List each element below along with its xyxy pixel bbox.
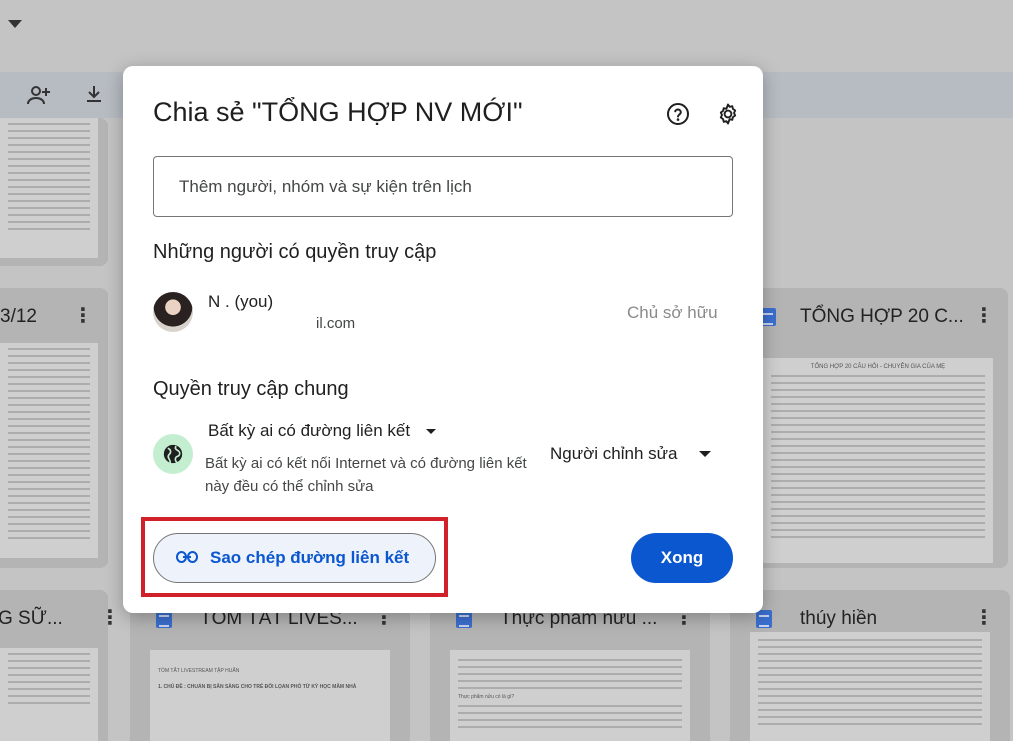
doc-thumbnail: TÓM TẮT LIVESTREAM TẬP HUẤN 1. CHỦ ĐỀ : … — [150, 650, 390, 741]
more-vert-icon[interactable]: ⋮ — [73, 306, 93, 326]
role-dropdown[interactable]: Người chỉnh sửa — [550, 444, 712, 464]
card-title: 3/12 — [0, 306, 37, 327]
owner-role-label: Chủ sở hữu — [627, 303, 718, 322]
role-label: Người chỉnh sửa — [550, 444, 678, 463]
card-title: G SỮ... — [0, 608, 63, 629]
doc-thumbnail — [0, 118, 98, 258]
highlight-box — [141, 517, 448, 597]
thumb-heading: Thực phẩm nửu có là gì? — [458, 694, 515, 700]
doc-card[interactable]: 3/12 ⋮ — [0, 288, 108, 568]
thumb-heading: TÓM TẮT LIVESTREAM TẬP HUẤN — [158, 668, 240, 674]
caret-down-icon[interactable] — [8, 20, 22, 28]
doc-thumbnail — [750, 632, 990, 741]
thumb-heading: TỔNG HỢP 20 CÂU HỎI - CHUYÊN GIA CỦA MẸ — [810, 364, 946, 370]
general-access-heading: Quyền truy cập chung — [153, 378, 349, 400]
avatar — [153, 292, 193, 332]
doc-card[interactable]: G SỮ... ⋮ — [0, 590, 120, 741]
doc-thumbnail — [0, 648, 98, 741]
doc-thumbnail — [0, 343, 98, 558]
dropdown-caret-icon — [426, 428, 437, 434]
general-access-description: Bất kỳ ai có kết nối Internet và có đườn… — [205, 455, 527, 495]
doc-card[interactable]: thúy hiền ⋮ — [730, 590, 1010, 741]
user-name: N . (you) — [208, 292, 274, 311]
doc-thumbnail: Thực phẩm nửu có là gì? — [450, 650, 690, 741]
user-email: il.com — [316, 315, 356, 332]
add-people-input[interactable] — [153, 156, 733, 217]
add-person-icon[interactable] — [26, 84, 52, 111]
card-title: thúy hiền — [800, 608, 878, 629]
more-vert-icon[interactable]: ⋮ — [974, 608, 994, 628]
doc-card[interactable] — [0, 118, 108, 266]
globe-icon — [153, 434, 193, 474]
card-title: TỔNG HỢP 20 C... — [800, 306, 964, 327]
more-vert-icon[interactable]: ⋮ — [100, 608, 120, 628]
doc-thumbnail: TỔNG HỢP 20 CÂU HỎI - CHUYÊN GIA CỦA MẸ — [763, 358, 993, 563]
people-with-access-heading: Những người có quyền truy cập — [153, 241, 437, 263]
docs-icon — [756, 610, 772, 628]
more-vert-icon[interactable]: ⋮ — [974, 306, 994, 326]
help-icon[interactable] — [664, 100, 692, 128]
done-button[interactable]: Xong — [631, 533, 733, 583]
thumb-subheading: 1. CHỦ ĐỀ : CHUẨN BỊ SẴN SÀNG CHO TRẺ ĐỐ… — [158, 684, 357, 690]
card-header: 3/12 ⋮ — [0, 288, 108, 346]
doc-card[interactable]: TỔNG HỢP 20 C... ⋮ TỔNG HỢP 20 CÂU HỎI -… — [748, 288, 1008, 568]
general-access-option: Bất kỳ ai có đường liên kết — [208, 421, 411, 440]
general-access-dropdown[interactable]: Bất kỳ ai có đường liên kết — [208, 421, 437, 441]
dialog-title: Chia sẻ "TỔNG HỢP NV MỚI" — [153, 97, 523, 127]
download-icon[interactable] — [84, 84, 104, 109]
settings-icon[interactable] — [714, 100, 742, 128]
dropdown-caret-icon — [699, 451, 712, 457]
